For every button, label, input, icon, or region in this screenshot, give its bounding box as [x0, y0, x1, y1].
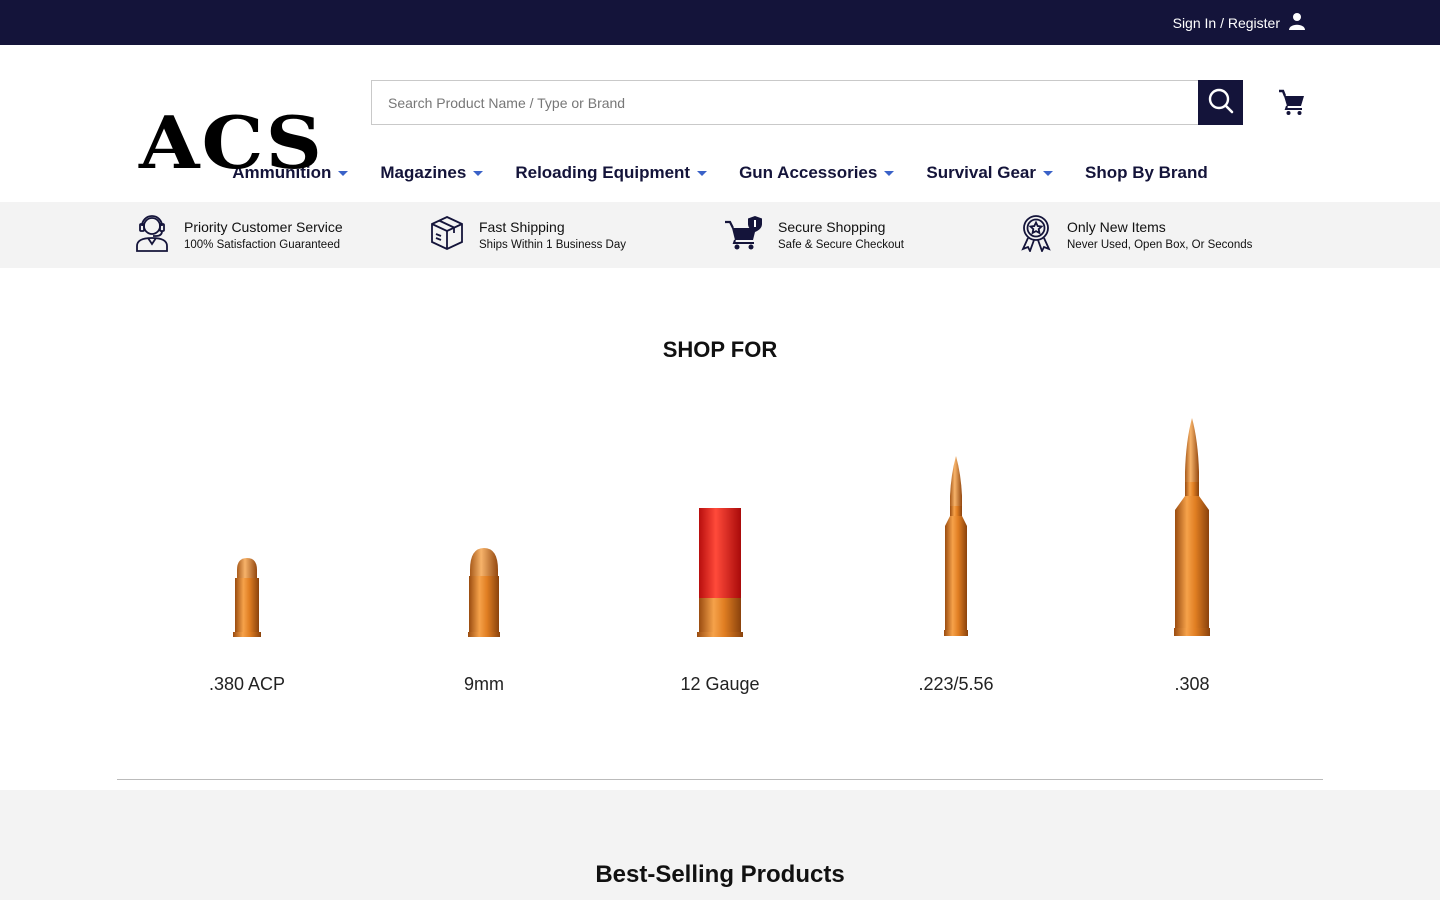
feature-customer-service: Priority Customer Service 100% Satisfact…	[134, 202, 429, 268]
chevron-down-icon	[473, 170, 484, 176]
caliber-label[interactable]: .223/5.56	[838, 674, 1074, 695]
rifle-round-large-icon	[1074, 416, 1310, 638]
best-selling-section: Best-Selling Products	[0, 790, 1440, 900]
feature-secure-shopping: Secure Shopping Safe & Secure Checkout	[724, 202, 1019, 268]
caliber-label[interactable]: 12 Gauge	[602, 674, 838, 695]
search-bar	[371, 80, 1243, 125]
feature-subtitle: Never Used, Open Box, Or Seconds	[1067, 239, 1253, 251]
pistol-round-short-icon	[129, 556, 365, 638]
rifle-round-icon	[838, 454, 1074, 638]
nav-item-gun-accessories[interactable]: Gun Accessories	[723, 160, 910, 186]
chevron-down-icon	[884, 170, 895, 176]
feature-subtitle: Safe & Secure Checkout	[778, 239, 904, 251]
nav-item-shop-by-brand[interactable]: Shop By Brand	[1069, 160, 1224, 186]
caliber-card-12-gauge[interactable]	[602, 414, 838, 638]
secure-cart-icon	[724, 214, 764, 257]
nav-item-label: Survival Gear	[926, 163, 1036, 182]
feature-title: Secure Shopping	[778, 219, 886, 235]
caliber-card-9mm[interactable]	[366, 414, 602, 638]
nav-item-label: Shop By Brand	[1084, 163, 1208, 182]
feature-title: Priority Customer Service	[184, 219, 343, 235]
caliber-label[interactable]: .308	[1074, 674, 1310, 695]
nav-item-survival-gear[interactable]: Survival Gear	[910, 160, 1069, 186]
shipping-box-icon	[429, 214, 465, 257]
header: ACS	[0, 45, 1440, 180]
shotgun-shell-icon	[602, 506, 838, 638]
site-logo[interactable]: ACS	[139, 108, 324, 180]
shop-for-title: SHOP FOR	[662, 337, 778, 362]
nav-item-label: Magazines	[380, 163, 467, 182]
search-icon	[1207, 87, 1235, 118]
user-icon	[1288, 12, 1306, 33]
feature-subtitle: 100% Satisfaction Guaranteed	[184, 239, 340, 251]
nav-item-reloading-equipment[interactable]: Reloading Equipment	[499, 160, 723, 186]
cart-icon	[1278, 89, 1306, 120]
caliber-card-223-556[interactable]	[838, 414, 1074, 638]
pistol-round-icon	[366, 546, 602, 638]
caliber-card-380acp[interactable]	[129, 414, 365, 638]
features-strip: Priority Customer Service 100% Satisfact…	[0, 202, 1440, 268]
chevron-down-icon	[697, 170, 708, 176]
search-input[interactable]	[371, 80, 1198, 125]
customer-service-icon	[134, 214, 170, 257]
feature-only-new-items: Only New Items Never Used, Open Box, Or …	[1019, 202, 1314, 268]
chevron-down-icon	[1042, 170, 1053, 176]
chevron-down-icon	[338, 170, 349, 176]
award-ribbon-icon	[1019, 214, 1053, 257]
section-divider	[117, 779, 1323, 780]
best-selling-title: Best-Selling Products	[595, 861, 845, 888]
cart-button[interactable]	[1278, 88, 1306, 121]
caliber-label[interactable]: .380 ACP	[129, 674, 365, 695]
caliber-label[interactable]: 9mm	[366, 674, 602, 695]
nav-item-label: Gun Accessories	[739, 163, 878, 182]
signin-label: Sign In / Register	[1172, 14, 1280, 31]
shop-for-section: SHOP FOR .380 ACP 9mm 12 Gauge .223/5.56…	[0, 268, 1440, 789]
nav-item-label: Reloading Equipment	[515, 163, 691, 182]
feature-fast-shipping: Fast Shipping Ships Within 1 Business Da…	[429, 202, 724, 268]
signin-link[interactable]: Sign In / Register	[1173, 12, 1306, 33]
feature-subtitle: Ships Within 1 Business Day	[479, 239, 627, 251]
nav-item-magazines[interactable]: Magazines	[364, 160, 499, 186]
feature-title: Only New Items	[1067, 219, 1166, 235]
top-bar: Sign In / Register	[0, 0, 1440, 45]
caliber-card-308[interactable]	[1074, 414, 1310, 638]
search-button[interactable]	[1198, 80, 1243, 125]
feature-title: Fast Shipping	[479, 219, 565, 235]
